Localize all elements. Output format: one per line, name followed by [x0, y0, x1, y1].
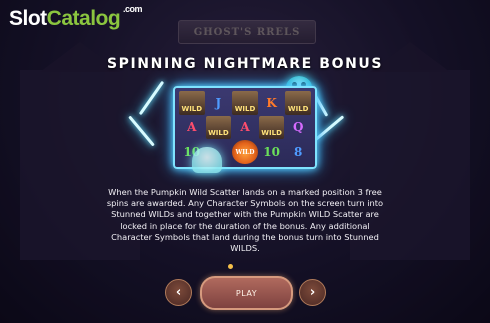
slotcatalog-logo: SlotCatalog .com [9, 4, 143, 31]
character-wild-symbol: WILD [258, 115, 285, 140]
character-wild-symbol: WILD [205, 115, 232, 140]
reel-symbol-q: Q [292, 120, 304, 135]
logo-text-catalog: Catalog [46, 7, 121, 30]
previous-page-button[interactable]: ‹ [165, 279, 192, 306]
reel-symbol-j: J [215, 95, 222, 110]
character-wild-symbol: WILD [232, 91, 258, 115]
play-button[interactable]: PLAY [200, 276, 293, 310]
reel-symbol-10: 10 [263, 145, 280, 160]
character-wild-symbol: WILD [179, 91, 205, 115]
logo-text-com: .com [123, 4, 143, 14]
reel-symbol-k: K [266, 95, 277, 110]
logo-text-slot: Slot [9, 7, 47, 30]
reel-symbol-a: A [187, 120, 197, 135]
page-indicator-dot [228, 264, 233, 269]
pumpkin-wild-scatter-symbol: WILD [232, 140, 258, 164]
bonus-description: When the Pumpkin Wild Scatter lands on a… [106, 187, 384, 254]
bonus-title: SPINNING NIGHTMARE BONUS [106, 56, 384, 72]
reel-symbol-a: A [240, 120, 250, 135]
ghost-icon [192, 147, 222, 173]
game-screen: GHOST'S RRELS SlotCatalog .com SPINNING … [0, 0, 490, 323]
next-page-button[interactable]: › [299, 279, 326, 306]
reel-symbol-8: 8 [294, 145, 303, 160]
character-wild-symbol: WILD [285, 91, 311, 115]
